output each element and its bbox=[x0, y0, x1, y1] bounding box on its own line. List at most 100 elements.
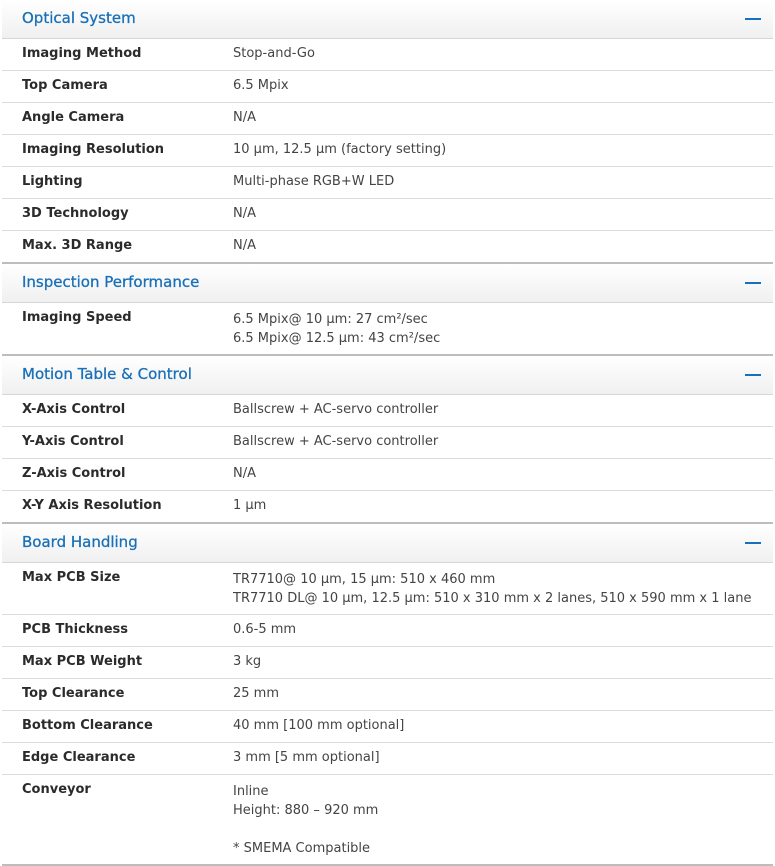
spec-value-line: TR7710 DL@ 10 µm, 12.5 µm: 510 x 310 mm … bbox=[233, 591, 752, 606]
spec-value: 0.6-5 mm bbox=[233, 615, 773, 646]
spec-row-imaging-speed: Imaging Speed 6.5 Mpix@ 10 µm: 27 cm²/sec… bbox=[2, 303, 773, 354]
section-title: Optical System bbox=[22, 9, 136, 27]
spec-value-line: 0.6-5 mm bbox=[233, 622, 297, 637]
spec-value: Stop-and-Go bbox=[233, 39, 773, 70]
spec-row-top-camera: Top Camera 6.5 Mpix bbox=[2, 70, 773, 102]
spec-value-line: 6.5 Mpix bbox=[233, 78, 289, 93]
spec-value-line: N/A bbox=[233, 238, 256, 253]
section-inspection-performance: Inspection Performance Imaging Speed 6.5 M… bbox=[2, 264, 773, 356]
spec-row-top-clearance: Top Clearance 25 mm bbox=[2, 678, 773, 710]
spec-label: Imaging Speed bbox=[22, 310, 132, 325]
collapse-minus-icon[interactable] bbox=[745, 18, 761, 20]
spec-label: 3D Technology bbox=[22, 206, 129, 221]
spec-value: N/A bbox=[233, 459, 773, 490]
spec-row-x-axis-control: X-Axis Control Ballscrew + AC-servo contr… bbox=[2, 395, 773, 426]
spec-label: Lighting bbox=[22, 174, 83, 189]
spec-value-line bbox=[233, 820, 773, 839]
collapse-minus-icon[interactable] bbox=[745, 282, 761, 284]
spec-row-imaging-resolution: Imaging Resolution 10 µm, 12.5 µm (factor… bbox=[2, 134, 773, 166]
spec-row-x-y-axis-resolution: X-Y Axis Resolution 1 µm bbox=[2, 490, 773, 522]
spec-label: X-Y Axis Resolution bbox=[22, 498, 162, 513]
spec-value: 1 µm bbox=[233, 491, 773, 522]
spec-value: Inline Height: 880 – 920 mm * SMEMA Compat… bbox=[233, 775, 773, 864]
spec-label: Top Camera bbox=[22, 78, 108, 93]
spec-value-line: 3 mm [5 mm optional] bbox=[233, 750, 380, 765]
spec-label: Max. 3D Range bbox=[22, 238, 133, 253]
spec-value: N/A bbox=[233, 231, 773, 262]
spec-value-line: * SMEMA Compatible bbox=[233, 841, 371, 856]
spec-value: 40 mm [100 mm optional] bbox=[233, 711, 773, 742]
section-title: Motion Table & Control bbox=[22, 365, 192, 383]
spec-row-max-pcb-weight: Max PCB Weight 3 kg bbox=[2, 646, 773, 678]
spec-value: Ballscrew + AC-servo controller bbox=[233, 427, 773, 458]
spec-table: Optical System Imaging Method Stop-and-Go T… bbox=[2, 0, 773, 866]
spec-value: 6.5 Mpix@ 10 µm: 27 cm²/sec 6.5 Mpix@ 12.… bbox=[233, 303, 773, 354]
collapse-minus-icon[interactable] bbox=[745, 374, 761, 376]
spec-label: Bottom Clearance bbox=[22, 718, 153, 733]
spec-row-bottom-clearance: Bottom Clearance 40 mm [100 mm optional] bbox=[2, 710, 773, 742]
spec-row-3d-technology: 3D Technology N/A bbox=[2, 198, 773, 230]
spec-row-angle-camera: Angle Camera N/A bbox=[2, 102, 773, 134]
section-header-motion-table-control[interactable]: Motion Table & Control bbox=[2, 356, 773, 395]
spec-value: N/A bbox=[233, 199, 773, 230]
spec-label: Z-Axis Control bbox=[22, 466, 126, 481]
section-header-optical-system[interactable]: Optical System bbox=[2, 0, 773, 39]
spec-value-line: N/A bbox=[233, 110, 256, 125]
spec-value: Ballscrew + AC-servo controller bbox=[233, 395, 773, 426]
spec-row-imaging-method: Imaging Method Stop-and-Go bbox=[2, 39, 773, 70]
section-body: X-Axis Control Ballscrew + AC-servo contr… bbox=[2, 395, 773, 522]
spec-label: Max PCB Size bbox=[22, 570, 121, 585]
section-body: Max PCB Size TR7710@ 10 µm, 15 µm: 510 x … bbox=[2, 563, 773, 864]
spec-row-lighting: Lighting Multi-phase RGB+W LED bbox=[2, 166, 773, 198]
spec-row-max-3d-range: Max. 3D Range N/A bbox=[2, 230, 773, 262]
spec-value-line: N/A bbox=[233, 466, 256, 481]
spec-value: 25 mm bbox=[233, 679, 773, 710]
spec-value-line: 6.5 Mpix@ 10 µm: 27 cm²/sec bbox=[233, 312, 428, 327]
section-motion-table-control: Motion Table & Control X-Axis Control Ball… bbox=[2, 356, 773, 524]
spec-value: 10 µm, 12.5 µm (factory setting) bbox=[233, 135, 773, 166]
section-board-handling: Board Handling Max PCB Size TR7710@ 10 µm,… bbox=[2, 524, 773, 866]
spec-label: Edge Clearance bbox=[22, 750, 136, 765]
spec-value-line: N/A bbox=[233, 206, 256, 221]
spec-value: 3 mm [5 mm optional] bbox=[233, 743, 773, 774]
spec-value: 6.5 Mpix bbox=[233, 71, 773, 102]
section-optical-system: Optical System Imaging Method Stop-and-Go T… bbox=[2, 0, 773, 264]
spec-value-line: 25 mm bbox=[233, 686, 280, 701]
spec-value: TR7710@ 10 µm, 15 µm: 510 x 460 mm TR7710… bbox=[233, 563, 773, 614]
spec-value-line: 1 µm bbox=[233, 498, 267, 513]
spec-row-conveyor: Conveyor Inline Height: 880 – 920 mm * SMEM… bbox=[2, 774, 773, 864]
spec-value-line: 10 µm, 12.5 µm (factory setting) bbox=[233, 142, 447, 157]
spec-value-line: 40 mm [100 mm optional] bbox=[233, 718, 405, 733]
section-header-board-handling[interactable]: Board Handling bbox=[2, 524, 773, 563]
spec-value: 3 kg bbox=[233, 647, 773, 678]
spec-value-line: Ballscrew + AC-servo controller bbox=[233, 434, 439, 449]
section-body: Imaging Speed 6.5 Mpix@ 10 µm: 27 cm²/sec… bbox=[2, 303, 773, 354]
section-header-inspection-performance[interactable]: Inspection Performance bbox=[2, 264, 773, 303]
spec-value-line: TR7710@ 10 µm, 15 µm: 510 x 460 mm bbox=[233, 572, 496, 587]
spec-label: Y-Axis Control bbox=[22, 434, 124, 449]
spec-label: Angle Camera bbox=[22, 110, 125, 125]
spec-label: Conveyor bbox=[22, 782, 91, 797]
spec-label: Max PCB Weight bbox=[22, 654, 143, 669]
spec-label: Imaging Resolution bbox=[22, 142, 165, 157]
spec-value: Multi-phase RGB+W LED bbox=[233, 167, 773, 198]
section-title: Inspection Performance bbox=[22, 273, 200, 291]
spec-value-line: Inline bbox=[233, 784, 269, 799]
spec-row-pcb-thickness: PCB Thickness 0.6-5 mm bbox=[2, 614, 773, 646]
spec-label: PCB Thickness bbox=[22, 622, 128, 637]
spec-label: X-Axis Control bbox=[22, 402, 126, 417]
spec-label: Top Clearance bbox=[22, 686, 125, 701]
spec-row-edge-clearance: Edge Clearance 3 mm [5 mm optional] bbox=[2, 742, 773, 774]
spec-value-line: Ballscrew + AC-servo controller bbox=[233, 402, 439, 417]
spec-row-y-axis-control: Y-Axis Control Ballscrew + AC-servo contr… bbox=[2, 426, 773, 458]
spec-row-z-axis-control: Z-Axis Control N/A bbox=[2, 458, 773, 490]
spec-label: Imaging Method bbox=[22, 46, 142, 61]
section-body: Imaging Method Stop-and-Go Top Camera 6.5 M… bbox=[2, 39, 773, 262]
collapse-minus-icon[interactable] bbox=[745, 542, 761, 544]
spec-value-line: Height: 880 – 920 mm bbox=[233, 803, 379, 818]
spec-value-line: 6.5 Mpix@ 12.5 µm: 43 cm²/sec bbox=[233, 331, 441, 346]
spec-value-line: 3 kg bbox=[233, 654, 262, 669]
spec-row-max-pcb-size: Max PCB Size TR7710@ 10 µm, 15 µm: 510 x … bbox=[2, 563, 773, 614]
spec-value-line: Multi-phase RGB+W LED bbox=[233, 174, 395, 189]
section-title: Board Handling bbox=[22, 533, 138, 551]
